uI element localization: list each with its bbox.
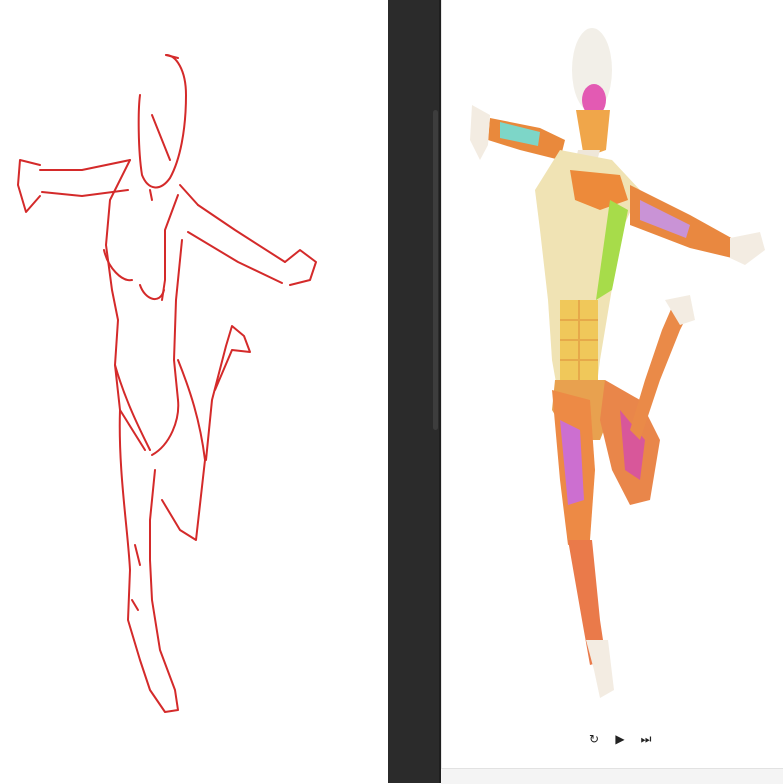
reference-panel [441,0,783,783]
sketch-head [137,54,187,189]
anatomy-model [470,28,765,698]
sketch-right-hand [284,249,317,286]
model-standing-foot [586,640,614,698]
figure-sketch [17,54,317,713]
sketch-standing-leg [118,409,179,713]
sketch-hips [114,364,180,456]
model-left-hand [470,105,490,160]
playback-controls: ↻ ▶ ⏭ [586,729,654,749]
replay-button[interactable]: ↻ [586,729,602,749]
play-button[interactable]: ▶ [612,729,628,749]
sketch-right-arm [187,204,286,284]
fast-forward-button[interactable]: ⏭ [638,729,654,749]
sketch-torso [105,159,146,451]
model-right-hand [730,232,765,265]
sketch-head-mark [151,114,171,161]
sketch-raised-leg [161,325,251,541]
sketch-left-arm [39,159,131,197]
sketch-canvas[interactable] [0,0,388,783]
sketch-left-hand [17,159,41,213]
bottom-strip [441,768,783,784]
divider-scrollbar[interactable] [433,110,438,430]
